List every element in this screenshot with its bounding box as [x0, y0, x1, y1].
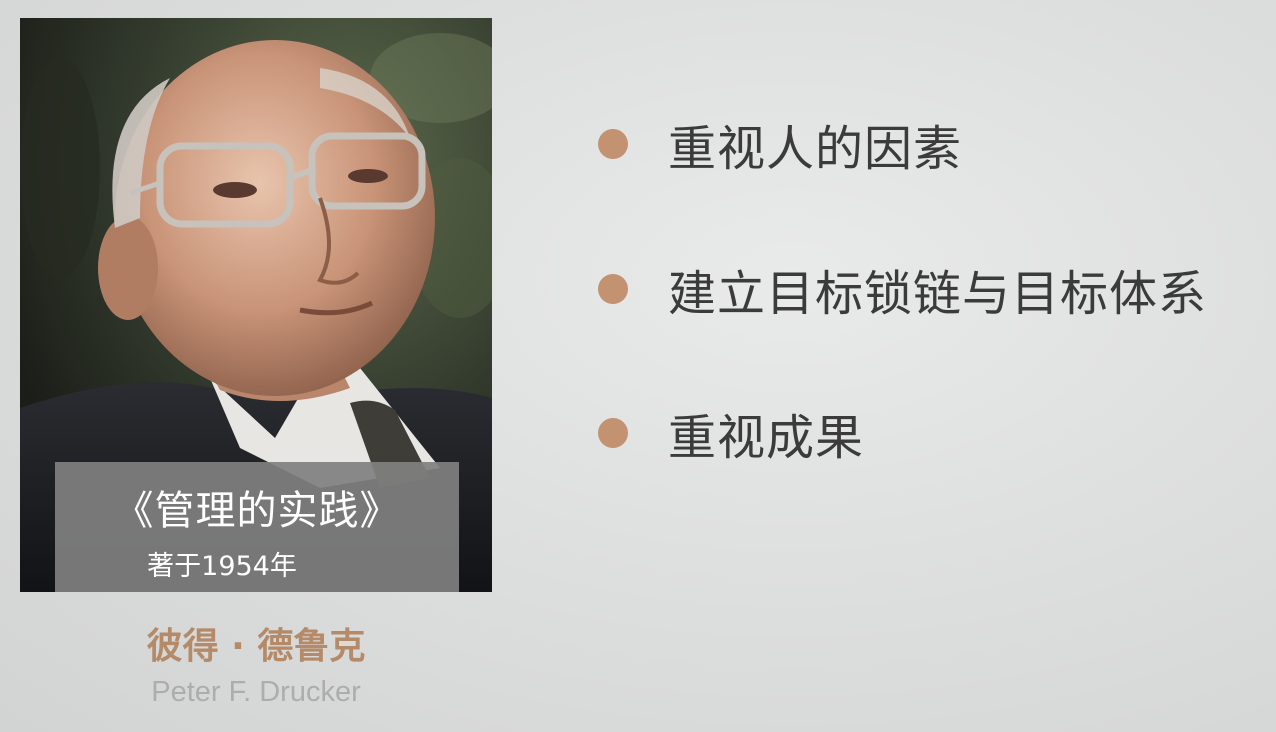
book-title: 《管理的实践》 [113, 488, 401, 534]
book-caption: 《管理的实践》 著于1954年 [55, 462, 459, 592]
key-point-item: 重视成果 [598, 403, 864, 466]
book-year: 著于1954年 [147, 551, 297, 582]
key-point-label: 重视人的因素 [668, 121, 963, 177]
key-point-item: 建立目标锁链与目标体系 [598, 259, 1207, 322]
author-name-english: Peter F. Drucker [151, 676, 361, 708]
portrait-photo: 《管理的实践》 著于1954年 [20, 18, 492, 592]
bullet-dot-icon [598, 129, 628, 159]
bullet-dot-icon [598, 418, 628, 448]
key-points-list: 重视人的因素 建立目标锁链与目标体系 重视成果 [598, 0, 1268, 732]
bullet-dot-icon [598, 274, 628, 304]
key-point-label: 重视成果 [668, 410, 865, 466]
author-name-chinese: 彼得 · 德鲁克 [146, 626, 366, 667]
key-point-label: 建立目标锁链与目标体系 [668, 266, 1208, 322]
key-point-item: 重视人的因素 [598, 114, 962, 177]
